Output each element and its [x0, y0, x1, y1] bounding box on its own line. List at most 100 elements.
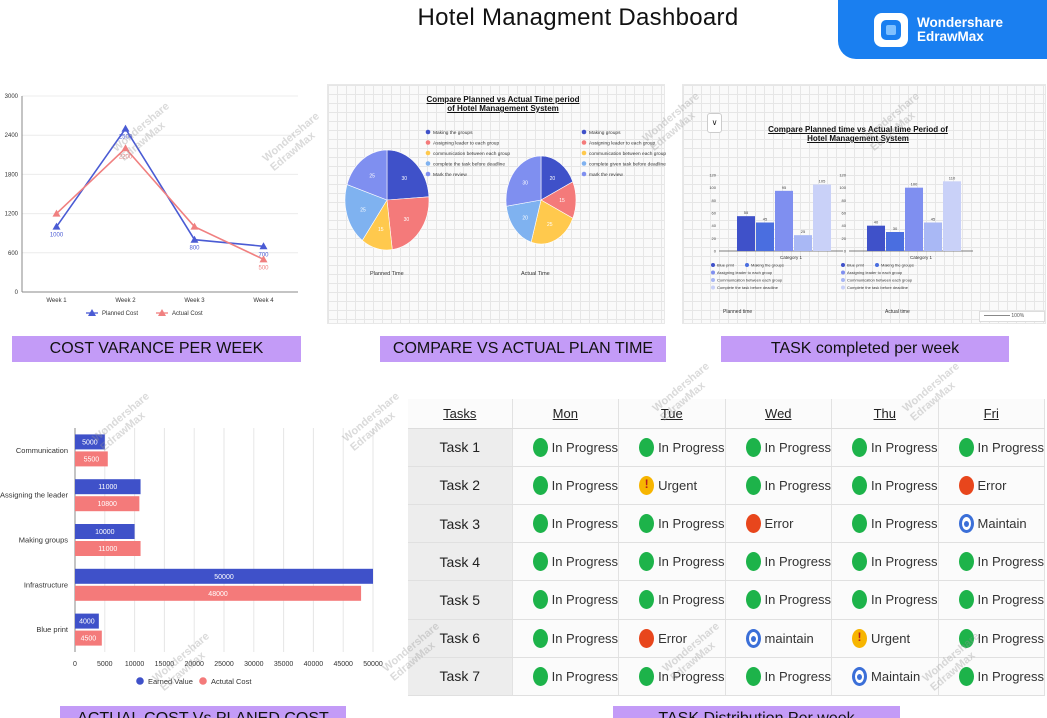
status-green-dot-icon [532, 628, 548, 648]
legend-marker [711, 263, 715, 267]
legend-marker [841, 285, 845, 290]
status-label: In Progress [551, 554, 619, 570]
legend-label: Mark the review [433, 172, 467, 178]
status-cell: In Progress [512, 619, 620, 658]
slice-label: 15 [378, 227, 384, 233]
status-cell: maintain [725, 619, 833, 658]
legend-label: Making groups [589, 130, 621, 136]
status-badge: Maintain [939, 514, 1044, 533]
status-green-dot-icon [532, 552, 548, 572]
status-green-dot-icon [639, 666, 655, 686]
status-green-dot-icon [958, 437, 974, 457]
y-tick-label: 100 [709, 185, 716, 190]
legend-label: Blue print [847, 263, 865, 268]
status-cell: Maintain [938, 504, 1046, 544]
legend-marker [841, 263, 845, 267]
status-badge: In Progress [939, 552, 1044, 572]
legend-label: Actutal Cost [211, 677, 252, 686]
slice-label: 25 [547, 222, 553, 228]
legend-marker [136, 677, 144, 685]
compare-time-svg: 30 30 15 25 25 Planned Time 20 15 25 20 30 Actual T… [344, 129, 666, 277]
slice-label: 25 [360, 207, 366, 213]
status-badge: In Progress [832, 475, 938, 495]
category-label: Assigning the leader [0, 491, 68, 500]
status-badge: In Progress [513, 437, 618, 457]
slice-label: 20 [550, 176, 556, 182]
legend-label: Assigning leader to each group [589, 140, 655, 146]
legend-marker [711, 270, 715, 275]
task-table: Tasks Mon Tue Wed Thu Fri Task 1 In Progress In… [408, 399, 1046, 697]
bar-label: 45 [763, 217, 768, 222]
status-cell: In Progress [831, 580, 939, 620]
bar-label: 25 [801, 229, 806, 234]
x-tick-label: 45000 [333, 661, 353, 668]
status-maintain-icon [958, 514, 974, 533]
task-name-cell: Task 4 [408, 542, 513, 582]
status-green-dot-icon [532, 666, 548, 686]
task-name-cell: Task 5 [408, 580, 513, 620]
status-label: In Progress [764, 592, 832, 608]
status-green-dot-icon [532, 437, 548, 457]
legend-marker [425, 150, 431, 156]
legend-label: complete the task before deadline [433, 161, 505, 167]
y-tick-label: 40 [842, 223, 847, 228]
x-tick-label: 0 [73, 661, 77, 668]
status-red-dot-icon [745, 514, 761, 533]
status-badge: In Progress [832, 590, 938, 610]
status-cell: In Progress [618, 542, 726, 582]
data-label: 800 [189, 246, 200, 252]
status-cell: In Progress [938, 619, 1046, 658]
status-badge: In Progress [726, 552, 831, 572]
y-tick-label: 80 [842, 198, 847, 203]
table-header-row: Tasks Mon Tue Wed Thu Fri [408, 399, 1046, 429]
page-title: Hotel Managment Dashboard [417, 4, 739, 31]
status-cell: In Progress [725, 657, 833, 697]
bar [756, 222, 774, 251]
status-label: Urgent [658, 477, 698, 493]
zoom-slider[interactable] [984, 315, 1010, 317]
status-cell: In Progress [618, 504, 726, 544]
status-green-dot-icon [745, 590, 761, 610]
status-label: In Progress [551, 668, 619, 684]
compare-time-label: COMPARE VS ACTUAL PLAN TIME [380, 336, 666, 362]
status-cell: Error [725, 504, 833, 544]
status-cell: In Progress [512, 542, 620, 582]
bar [924, 222, 942, 251]
status-cell: In Progress [512, 580, 620, 620]
status-cell: In Progress [938, 657, 1046, 697]
status-label: In Progress [871, 516, 938, 531]
status-maintain-icon [745, 628, 761, 648]
data-point [121, 124, 130, 132]
status-badge: maintain [726, 628, 831, 648]
x-tick-label: 30000 [244, 661, 264, 668]
slice-label: 20 [522, 215, 528, 221]
bar [867, 225, 885, 251]
slice-label: 15 [559, 198, 565, 204]
legend-marker [745, 263, 749, 267]
status-label: In Progress [551, 477, 619, 493]
compare-time-chart: Compare Planned vs Actual Time period of… [327, 84, 666, 324]
bar-label: 5500 [84, 456, 100, 463]
status-cell: In Progress [725, 580, 833, 620]
actual-vs-planned-label: ACTUAL COST Vs PLANED COST [60, 706, 346, 718]
legend-label: communication between each group [433, 151, 510, 157]
zoom-control[interactable]: 100% [979, 311, 1045, 322]
status-cell: In Progress [725, 428, 833, 467]
status-badge: Error [619, 628, 724, 648]
status-badge: In Progress [832, 552, 938, 572]
legend-marker [425, 129, 431, 135]
bar-label: 48000 [208, 591, 228, 598]
table-body: Task 1 In Progress In Progress In Progress I… [408, 428, 1046, 697]
brand-badge[interactable]: Wondershare EdrawMax [838, 0, 1047, 59]
legend-label: Communication between each group [717, 278, 783, 283]
status-green-dot-icon [852, 590, 868, 610]
legend-marker [425, 161, 431, 166]
brand-text: Wondershare EdrawMax [917, 15, 1003, 44]
data-label: 2500 [119, 135, 133, 141]
status-label: In Progress [658, 592, 725, 608]
y-tick-label: 100 [839, 185, 846, 190]
table-row: Task 3 In Progress In Progress Error In Prog… [408, 504, 1046, 544]
status-green-dot-icon [639, 514, 655, 533]
status-green-dot-icon [745, 475, 761, 495]
status-badge: In Progress [619, 437, 725, 457]
